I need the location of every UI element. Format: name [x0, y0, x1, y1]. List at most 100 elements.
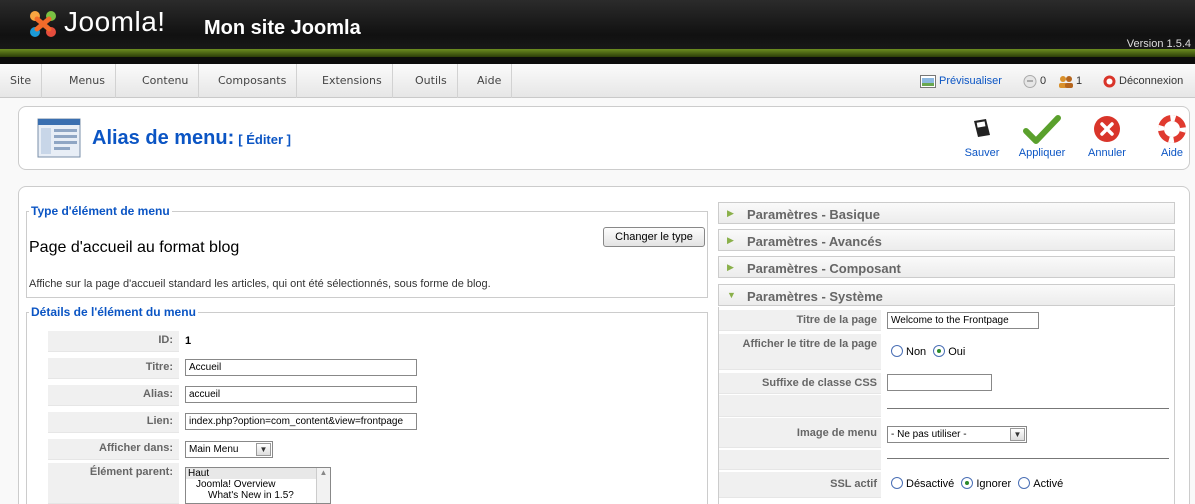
- menu-content[interactable]: Contenu: [132, 64, 200, 98]
- save-label: Sauver: [964, 147, 1000, 159]
- show-title-yes-label: Oui: [948, 346, 966, 358]
- listbox-scrollbar[interactable]: ▲: [316, 468, 330, 503]
- params-system-label: Paramètres - Système: [747, 289, 883, 304]
- ssl-disabled-radio[interactable]: [891, 477, 903, 489]
- menu-help[interactable]: Aide: [467, 64, 513, 98]
- link-input[interactable]: [185, 413, 417, 430]
- display-in-value: Main Menu: [189, 444, 239, 455]
- site-name: Mon site Joomla: [204, 17, 361, 39]
- joomla-logo-text: Joomla!: [64, 6, 166, 37]
- cancel-icon: [1094, 116, 1120, 142]
- page-title: Alias de menu:[ Éditer ]: [92, 127, 291, 150]
- spacer-cell: [719, 395, 881, 417]
- triangle-right-icon: ▶: [727, 208, 734, 218]
- triangle-down-icon: ▼: [727, 290, 736, 300]
- spacer-cell: [719, 450, 881, 470]
- menu-image-value: - Ne pas utiliser -: [891, 429, 967, 440]
- chevron-down-icon: ▼: [256, 443, 271, 456]
- menu-item-type-title: Page d'accueil au format blog: [29, 239, 240, 256]
- menu-image-select[interactable]: - Ne pas utiliser - ▼: [887, 426, 1027, 443]
- version-label: Version 1.5.4: [1126, 38, 1191, 50]
- parent-option[interactable]: Haut: [186, 468, 330, 479]
- params-system-panel[interactable]: ▼ Paramètres - Système: [718, 284, 1175, 306]
- show-title-no-radio[interactable]: [891, 345, 903, 357]
- menu-item-type-description: Affiche sur la page d'accueil standard l…: [29, 278, 491, 290]
- menu-image-param-label: Image de menu: [719, 418, 881, 448]
- params-component-panel[interactable]: ▶ Paramètres - Composant: [718, 256, 1175, 278]
- toolbar-box: Alias de menu:[ Éditer ] Sauver Applique…: [18, 106, 1190, 170]
- apply-button[interactable]: Appliquer: [1012, 115, 1072, 167]
- preview-icon: [920, 75, 936, 88]
- ssl-param-label: SSL actif: [719, 472, 881, 498]
- ssl-ignore-label: Ignorer: [976, 478, 1012, 490]
- param-divider: [887, 408, 1169, 409]
- cancel-label: Annuler: [1088, 147, 1126, 159]
- menu-extensions[interactable]: Extensions: [312, 64, 393, 98]
- alias-label: Alias:: [48, 385, 179, 406]
- messages-icon: [1023, 75, 1037, 88]
- parent-item-label: Élément parent:: [48, 463, 179, 504]
- alias-input[interactable]: [185, 386, 417, 403]
- change-type-button[interactable]: Changer le type: [603, 227, 705, 247]
- help-button[interactable]: Aide: [1142, 115, 1195, 167]
- params-advanced-label: Paramètres - Avancés: [747, 234, 882, 249]
- page-title-param-label: Titre de la page: [719, 310, 881, 331]
- apply-checkmark-icon: [1023, 115, 1061, 144]
- params-basic-panel[interactable]: ▶ Paramètres - Basique: [718, 202, 1175, 224]
- ssl-enabled-label: Activé: [1033, 478, 1064, 490]
- save-icon: [974, 119, 990, 137]
- link-label: Lien:: [48, 412, 179, 433]
- menu-site[interactable]: Site: [0, 64, 43, 98]
- menu-item-type-legend: Type d'élément de menu: [31, 204, 170, 218]
- page-title-param-input[interactable]: [887, 312, 1039, 329]
- show-title-no-label: Non: [906, 346, 927, 358]
- title-label: Titre:: [48, 358, 179, 379]
- header-bottom-bar: [0, 57, 1195, 64]
- messages-count[interactable]: 0: [1040, 64, 1046, 98]
- cancel-button[interactable]: Annuler: [1077, 115, 1137, 167]
- admin-header: Joomla! Mon site Joomla Version 1.5.4: [0, 0, 1195, 64]
- help-lifebuoy-icon: [1158, 115, 1186, 143]
- joomla-logo-icon: [30, 11, 56, 37]
- id-label: ID:: [48, 331, 179, 352]
- page-title-text: Alias de menu:: [92, 127, 235, 149]
- scroll-up-icon: ▲: [319, 468, 328, 477]
- menu-menus[interactable]: Menus: [59, 64, 116, 98]
- ssl-disabled-label: Désactivé: [906, 478, 955, 490]
- apply-label: Appliquer: [1018, 147, 1066, 159]
- header-green-bar: [0, 49, 1195, 57]
- ssl-enabled-radio[interactable]: [1018, 477, 1031, 489]
- param-divider: [887, 458, 1169, 459]
- triangle-right-icon: ▶: [727, 262, 734, 272]
- page-subtitle: [ Éditer ]: [238, 132, 291, 147]
- parent-option[interactable]: Joomla! Overview: [186, 479, 330, 490]
- logout-link[interactable]: Déconnexion: [1119, 64, 1183, 98]
- logout-icon: [1103, 75, 1116, 88]
- menu-item-details-legend: Détails de l'élément du menu: [31, 305, 196, 319]
- params-basic-label: Paramètres - Basique: [747, 207, 880, 222]
- menu-page-icon: [37, 118, 81, 158]
- params-component-label: Paramètres - Composant: [747, 261, 901, 276]
- id-value: 1: [185, 335, 192, 347]
- parent-item-listbox[interactable]: Haut Joomla! Overview What's New in 1.5?…: [185, 467, 331, 504]
- main-menubar: Site Menus Contenu Composants Extensions…: [0, 64, 1195, 98]
- show-title-yes-radio[interactable]: [933, 345, 946, 357]
- menu-components[interactable]: Composants: [208, 64, 298, 98]
- ssl-ignore-radio[interactable]: [961, 477, 974, 489]
- parent-option[interactable]: What's New in 1.5?: [186, 490, 330, 501]
- help-label: Aide: [1160, 147, 1184, 159]
- users-count[interactable]: 1: [1076, 64, 1082, 98]
- display-in-select[interactable]: Main Menu ▼: [185, 441, 273, 458]
- params-advanced-panel[interactable]: ▶ Paramètres - Avancés: [718, 229, 1175, 251]
- users-icon: [1059, 76, 1073, 88]
- chevron-down-icon: ▼: [1010, 428, 1025, 441]
- save-button[interactable]: Sauver: [952, 115, 1012, 167]
- display-in-label: Afficher dans:: [48, 439, 179, 460]
- menu-tools[interactable]: Outils: [405, 64, 458, 98]
- css-suffix-param-label: Suffixe de classe CSS: [719, 373, 881, 394]
- css-suffix-param-input[interactable]: [887, 374, 992, 391]
- show-title-param-label: Afficher le titre de la page: [719, 334, 881, 370]
- preview-link[interactable]: Prévisualiser: [939, 64, 1002, 98]
- triangle-right-icon: ▶: [727, 235, 734, 245]
- title-input[interactable]: [185, 359, 417, 376]
